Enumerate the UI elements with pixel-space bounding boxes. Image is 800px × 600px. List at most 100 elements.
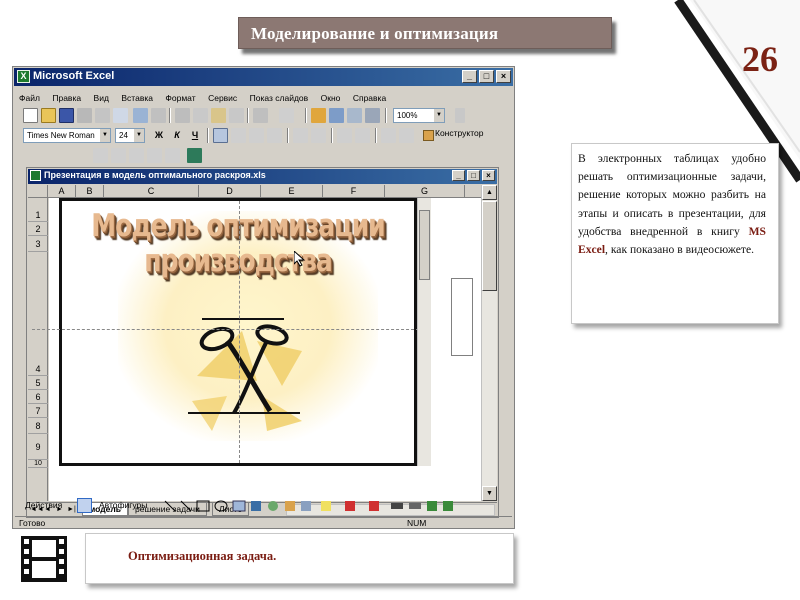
menu-format[interactable]: Формат [165, 93, 195, 103]
save-icon[interactable] [59, 108, 74, 123]
tables-icon[interactable] [329, 108, 344, 123]
column-header[interactable]: A [48, 185, 76, 198]
italic-button[interactable]: К [169, 128, 185, 143]
excel-window: X Microsoft Excel _ □ × Файл Правка Вид … [12, 66, 515, 529]
order-icon[interactable] [165, 148, 180, 163]
print-preview-icon[interactable] [113, 108, 128, 123]
workbook-close-button[interactable]: × [482, 170, 495, 181]
menu-tools[interactable]: Сервис [208, 93, 237, 103]
undo-icon[interactable] [253, 108, 268, 123]
align-right-icon[interactable] [249, 128, 264, 143]
permission-icon[interactable] [77, 108, 92, 123]
column-header[interactable]: B [76, 185, 104, 198]
bold-button[interactable]: Ж [151, 128, 167, 143]
menu-insert[interactable]: Вставка [121, 93, 153, 103]
row-header[interactable]: 3 [28, 236, 48, 252]
vertical-scroll-thumb[interactable] [482, 201, 497, 291]
menu-edit[interactable]: Правка [52, 93, 81, 103]
row-header[interactable]: 4 [28, 252, 48, 376]
num-lock-indicator: NUM [407, 518, 427, 528]
row-header[interactable]: 8 [28, 418, 48, 434]
vertical-scrollbar[interactable]: ▲ ▼ [481, 185, 497, 501]
demote-icon[interactable] [399, 128, 414, 143]
print-icon[interactable] [95, 108, 110, 123]
group-icon[interactable] [111, 148, 126, 163]
video-caption-box[interactable]: Оптимизационная задача. [85, 533, 514, 584]
autoshapes-menu[interactable]: Автофигуры [99, 500, 147, 510]
chevron-down-icon[interactable]: ▼ [134, 129, 144, 142]
cut-icon[interactable] [175, 108, 190, 123]
underline-button[interactable]: Ч [187, 128, 203, 143]
guide-line-vertical [239, 201, 240, 463]
column-header[interactable]: F [323, 185, 385, 198]
close-button[interactable]: × [496, 70, 511, 83]
select-all-corner[interactable] [28, 185, 48, 198]
chevron-down-icon[interactable]: ▼ [100, 129, 110, 142]
align-left-icon[interactable] [213, 128, 228, 143]
increase-font-icon[interactable] [337, 128, 352, 143]
object-scroll-thumb[interactable] [419, 210, 430, 280]
align-center-icon[interactable] [231, 128, 246, 143]
row-header[interactable]: 6 [28, 390, 48, 404]
drawing-toggle-icon[interactable] [365, 108, 380, 123]
select-pointer-icon[interactable] [77, 498, 92, 513]
sheet-grid[interactable]: Модель оптимизации производства [32, 198, 481, 501]
paste-icon[interactable] [211, 108, 226, 123]
row-header[interactable]: 9 [28, 434, 48, 460]
justify-icon[interactable] [267, 128, 282, 143]
row-header[interactable]: 2 [28, 222, 48, 236]
copy-icon[interactable] [193, 108, 208, 123]
drawing-tools-icons[interactable] [163, 498, 463, 514]
menu-help[interactable]: Справка [353, 93, 386, 103]
scroll-up-icon[interactable]: ▲ [482, 185, 497, 200]
embedded-presentation-object[interactable]: Модель оптимизации производства [32, 198, 424, 466]
open-icon[interactable] [41, 108, 56, 123]
chart-icon[interactable] [311, 108, 326, 123]
column-header[interactable]: E [261, 185, 323, 198]
object-scrollbar[interactable] [417, 198, 431, 466]
slide-title: Моделирование и оптимизация [251, 24, 499, 43]
font-size-value: 24 [119, 131, 128, 140]
menu-window[interactable]: Окно [321, 93, 341, 103]
redo-icon[interactable] [279, 108, 294, 123]
research-icon[interactable] [151, 108, 166, 123]
excel-app-icon[interactable]: X [17, 70, 30, 83]
ungroup-icon[interactable] [129, 148, 144, 163]
column-header[interactable]: D [199, 185, 261, 198]
minimize-button[interactable]: _ [462, 70, 477, 83]
column-header[interactable]: G [385, 185, 465, 198]
row-header[interactable]: 7 [28, 404, 48, 418]
bullets-icon[interactable] [311, 128, 326, 143]
chevron-down-icon[interactable]: ▼ [434, 109, 444, 122]
workbook-maximize-button[interactable]: □ [467, 170, 480, 181]
workbook-title-bar[interactable]: Презентация в модель оптимального раскро… [28, 169, 497, 184]
font-name-select[interactable]: Times New Roman ▼ [23, 128, 111, 143]
menu-slideshow[interactable]: Показ слайдов [250, 93, 309, 103]
columns-icon[interactable] [347, 108, 362, 123]
row-header[interactable]: 5 [28, 376, 48, 390]
designer-button[interactable]: Конструктор [423, 128, 483, 141]
numbering-icon[interactable] [293, 128, 308, 143]
zoom-select[interactable]: 100% ▼ [393, 108, 445, 123]
maximize-button[interactable]: □ [479, 70, 494, 83]
decrease-font-icon[interactable] [355, 128, 370, 143]
excel-window-title: Microsoft Excel [33, 70, 115, 82]
regroup-icon[interactable] [147, 148, 162, 163]
row-header[interactable]: 1 [28, 208, 48, 222]
workbook-icon[interactable] [30, 170, 41, 181]
color-icon[interactable] [187, 148, 202, 163]
excel-title-bar[interactable]: X Microsoft Excel _ □ × [14, 68, 513, 86]
promote-icon[interactable] [381, 128, 396, 143]
row-header[interactable]: 10 [28, 460, 48, 468]
menu-file[interactable]: Файл [19, 93, 40, 103]
help-icon[interactable] [455, 108, 465, 123]
new-icon[interactable] [23, 108, 38, 123]
draw-actions-menu[interactable]: Действия [25, 500, 62, 510]
format-painter-icon[interactable] [229, 108, 244, 123]
spelling-icon[interactable] [133, 108, 148, 123]
column-header[interactable]: C [104, 185, 199, 198]
font-size-select[interactable]: 24 ▼ [115, 128, 145, 143]
workbook-minimize-button[interactable]: _ [452, 170, 465, 181]
menu-view[interactable]: Вид [94, 93, 109, 103]
percent-icon[interactable] [93, 148, 108, 163]
